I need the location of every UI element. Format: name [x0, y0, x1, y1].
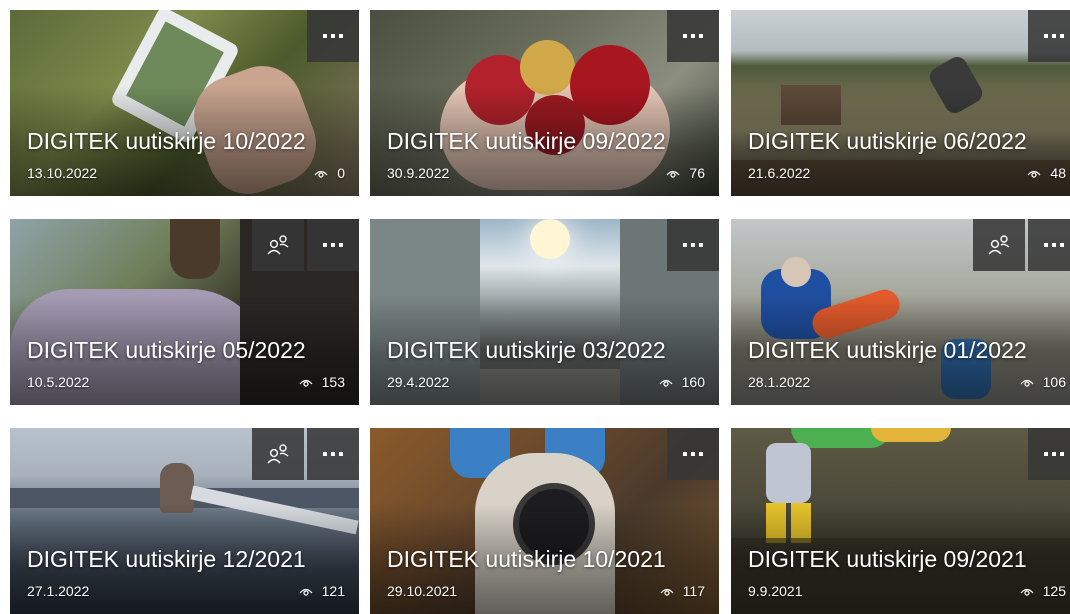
more-options-icon — [323, 452, 343, 456]
more-options-button[interactable] — [1028, 219, 1070, 271]
more-options-icon — [683, 34, 703, 38]
card-title[interactable]: DIGITEK uutiskirje 09/2021 — [748, 546, 1027, 572]
people-icon — [988, 235, 1010, 255]
card-date: 13.10.2022 — [27, 165, 98, 181]
card-date: 10.5.2022 — [27, 374, 90, 390]
newsletter-card[interactable]: DIGITEK uutiskirje 03/2022 29.4.2022 160 — [370, 219, 719, 405]
eye-icon — [660, 588, 674, 596]
more-options-button[interactable] — [1028, 428, 1070, 480]
more-options-button[interactable] — [667, 219, 719, 271]
newsletter-card[interactable]: DIGITEK uutiskirje 12/2021 27.1.2022 121 — [10, 428, 359, 614]
eye-icon — [659, 379, 673, 387]
view-count: 121 — [321, 583, 345, 599]
newsletter-card[interactable]: DIGITEK uutiskirje 10/2022 13.10.2022 0 — [10, 10, 359, 196]
view-count: 153 — [321, 374, 345, 390]
card-title[interactable]: DIGITEK uutiskirje 12/2021 — [27, 546, 306, 572]
card-views: 106 — [1020, 374, 1066, 390]
eye-icon — [314, 170, 328, 178]
shared-button[interactable] — [252, 428, 304, 480]
newsletter-card[interactable]: DIGITEK uutiskirje 09/2021 9.9.2021 125 — [731, 428, 1070, 614]
card-date: 29.4.2022 — [387, 374, 450, 390]
more-options-icon — [683, 243, 703, 247]
card-title[interactable]: DIGITEK uutiskirje 03/2022 — [387, 337, 666, 363]
eye-icon — [299, 379, 313, 387]
card-date: 28.1.2022 — [748, 374, 811, 390]
view-count: 0 — [337, 165, 345, 181]
more-options-icon — [683, 452, 703, 456]
more-options-button[interactable] — [307, 219, 359, 271]
newsletter-card[interactable]: DIGITEK uutiskirje 05/2022 10.5.2022 153 — [10, 219, 359, 405]
more-options-icon — [1044, 34, 1064, 38]
newsletter-card[interactable]: DIGITEK uutiskirje 10/2021 29.10.2021 11… — [370, 428, 719, 614]
more-options-button[interactable] — [1028, 10, 1070, 62]
card-title[interactable]: DIGITEK uutiskirje 06/2022 — [748, 128, 1027, 154]
card-title[interactable]: DIGITEK uutiskirje 10/2022 — [27, 128, 306, 154]
card-views: 160 — [659, 374, 705, 390]
card-views: 121 — [299, 583, 345, 599]
newsletter-card[interactable]: DIGITEK uutiskirje 01/2022 28.1.2022 106 — [731, 219, 1070, 405]
card-date: 30.9.2022 — [387, 165, 450, 181]
card-title[interactable]: DIGITEK uutiskirje 05/2022 — [27, 337, 306, 363]
view-count: 48 — [1050, 165, 1066, 181]
eye-icon — [666, 170, 680, 178]
eye-icon — [1027, 170, 1041, 178]
more-options-icon — [1044, 243, 1064, 247]
more-options-icon — [1044, 452, 1064, 456]
newsletter-card[interactable]: DIGITEK uutiskirje 06/2022 21.6.2022 48 — [731, 10, 1070, 196]
card-date: 29.10.2021 — [387, 583, 458, 599]
more-options-icon — [323, 34, 343, 38]
card-title[interactable]: DIGITEK uutiskirje 10/2021 — [387, 546, 666, 572]
more-options-button[interactable] — [667, 10, 719, 62]
view-count: 125 — [1042, 583, 1066, 599]
card-date: 21.6.2022 — [748, 165, 811, 181]
card-views: 76 — [666, 165, 705, 181]
card-views: 117 — [660, 583, 705, 599]
card-title[interactable]: DIGITEK uutiskirje 09/2022 — [387, 128, 666, 154]
eye-icon — [1020, 588, 1034, 596]
shared-button[interactable] — [973, 219, 1025, 271]
card-date: 27.1.2022 — [27, 583, 90, 599]
more-options-button[interactable] — [667, 428, 719, 480]
view-count: 117 — [682, 583, 705, 599]
more-options-button[interactable] — [307, 10, 359, 62]
card-views: 125 — [1020, 583, 1066, 599]
more-options-icon — [323, 243, 343, 247]
people-icon — [267, 235, 289, 255]
card-views: 0 — [314, 165, 345, 181]
shared-button[interactable] — [252, 219, 304, 271]
eye-icon — [1020, 379, 1034, 387]
view-count: 106 — [1042, 374, 1066, 390]
card-views: 48 — [1027, 165, 1066, 181]
people-icon — [267, 444, 289, 464]
eye-icon — [299, 588, 313, 596]
card-title[interactable]: DIGITEK uutiskirje 01/2022 — [748, 337, 1027, 363]
more-options-button[interactable] — [307, 428, 359, 480]
view-count: 160 — [681, 374, 705, 390]
view-count: 76 — [689, 165, 705, 181]
card-views: 153 — [299, 374, 345, 390]
newsletter-grid: DIGITEK uutiskirje 10/2022 13.10.2022 0 … — [0, 0, 1070, 614]
newsletter-card[interactable]: DIGITEK uutiskirje 09/2022 30.9.2022 76 — [370, 10, 719, 196]
card-date: 9.9.2021 — [748, 583, 803, 599]
